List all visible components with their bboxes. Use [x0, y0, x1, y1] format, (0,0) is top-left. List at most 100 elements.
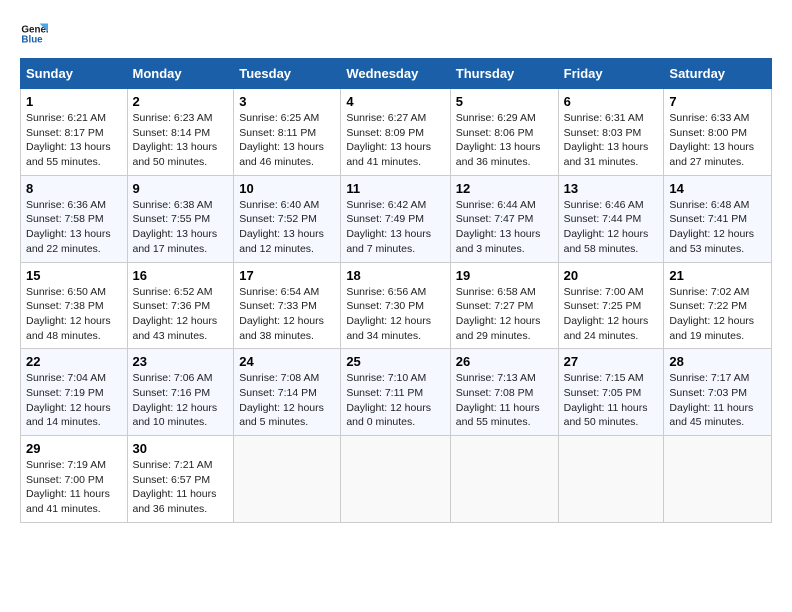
day-info: Sunrise: 6:29 AM Sunset: 8:06 PM Dayligh… — [456, 111, 553, 170]
day-info: Sunrise: 6:21 AM Sunset: 8:17 PM Dayligh… — [26, 111, 122, 170]
calendar-cell: 7 Sunrise: 6:33 AM Sunset: 8:00 PM Dayli… — [664, 89, 772, 176]
day-info: Sunrise: 7:06 AM Sunset: 7:16 PM Dayligh… — [133, 371, 229, 430]
day-number: 9 — [133, 181, 229, 196]
day-info: Sunrise: 6:52 AM Sunset: 7:36 PM Dayligh… — [133, 285, 229, 344]
calendar-cell: 8 Sunrise: 6:36 AM Sunset: 7:58 PM Dayli… — [21, 175, 128, 262]
header: General Blue — [20, 20, 772, 48]
day-number: 6 — [564, 94, 659, 109]
calendar-cell: 15 Sunrise: 6:50 AM Sunset: 7:38 PM Dayl… — [21, 262, 128, 349]
col-header-tuesday: Tuesday — [234, 59, 341, 89]
col-header-monday: Monday — [127, 59, 234, 89]
day-number: 20 — [564, 268, 659, 283]
calendar-cell: 23 Sunrise: 7:06 AM Sunset: 7:16 PM Dayl… — [127, 349, 234, 436]
calendar-cell: 18 Sunrise: 6:56 AM Sunset: 7:30 PM Dayl… — [341, 262, 450, 349]
day-info: Sunrise: 7:13 AM Sunset: 7:08 PM Dayligh… — [456, 371, 553, 430]
day-number: 28 — [669, 354, 766, 369]
day-info: Sunrise: 7:19 AM Sunset: 7:00 PM Dayligh… — [26, 458, 122, 517]
day-info: Sunrise: 7:08 AM Sunset: 7:14 PM Dayligh… — [239, 371, 335, 430]
day-number: 23 — [133, 354, 229, 369]
calendar-cell: 22 Sunrise: 7:04 AM Sunset: 7:19 PM Dayl… — [21, 349, 128, 436]
day-number: 25 — [346, 354, 444, 369]
col-header-saturday: Saturday — [664, 59, 772, 89]
week-row-1: 1 Sunrise: 6:21 AM Sunset: 8:17 PM Dayli… — [21, 89, 772, 176]
day-number: 2 — [133, 94, 229, 109]
col-header-sunday: Sunday — [21, 59, 128, 89]
day-info: Sunrise: 7:21 AM Sunset: 6:57 PM Dayligh… — [133, 458, 229, 517]
day-info: Sunrise: 7:04 AM Sunset: 7:19 PM Dayligh… — [26, 371, 122, 430]
calendar-cell: 3 Sunrise: 6:25 AM Sunset: 8:11 PM Dayli… — [234, 89, 341, 176]
day-info: Sunrise: 6:56 AM Sunset: 7:30 PM Dayligh… — [346, 285, 444, 344]
day-info: Sunrise: 6:40 AM Sunset: 7:52 PM Dayligh… — [239, 198, 335, 257]
week-row-4: 22 Sunrise: 7:04 AM Sunset: 7:19 PM Dayl… — [21, 349, 772, 436]
calendar-cell: 30 Sunrise: 7:21 AM Sunset: 6:57 PM Dayl… — [127, 436, 234, 523]
day-info: Sunrise: 6:23 AM Sunset: 8:14 PM Dayligh… — [133, 111, 229, 170]
day-number: 27 — [564, 354, 659, 369]
day-info: Sunrise: 7:15 AM Sunset: 7:05 PM Dayligh… — [564, 371, 659, 430]
svg-text:Blue: Blue — [21, 34, 43, 45]
day-number: 30 — [133, 441, 229, 456]
calendar-cell: 4 Sunrise: 6:27 AM Sunset: 8:09 PM Dayli… — [341, 89, 450, 176]
calendar-cell: 24 Sunrise: 7:08 AM Sunset: 7:14 PM Dayl… — [234, 349, 341, 436]
day-number: 12 — [456, 181, 553, 196]
calendar-cell: 20 Sunrise: 7:00 AM Sunset: 7:25 PM Dayl… — [558, 262, 664, 349]
calendar-cell: 14 Sunrise: 6:48 AM Sunset: 7:41 PM Dayl… — [664, 175, 772, 262]
day-number: 8 — [26, 181, 122, 196]
day-info: Sunrise: 6:54 AM Sunset: 7:33 PM Dayligh… — [239, 285, 335, 344]
day-number: 14 — [669, 181, 766, 196]
day-info: Sunrise: 6:50 AM Sunset: 7:38 PM Dayligh… — [26, 285, 122, 344]
calendar-cell: 1 Sunrise: 6:21 AM Sunset: 8:17 PM Dayli… — [21, 89, 128, 176]
calendar-cell: 11 Sunrise: 6:42 AM Sunset: 7:49 PM Dayl… — [341, 175, 450, 262]
calendar-cell: 29 Sunrise: 7:19 AM Sunset: 7:00 PM Dayl… — [21, 436, 128, 523]
day-number: 21 — [669, 268, 766, 283]
calendar-cell: 28 Sunrise: 7:17 AM Sunset: 7:03 PM Dayl… — [664, 349, 772, 436]
day-info: Sunrise: 6:33 AM Sunset: 8:00 PM Dayligh… — [669, 111, 766, 170]
day-number: 15 — [26, 268, 122, 283]
day-number: 19 — [456, 268, 553, 283]
day-info: Sunrise: 6:27 AM Sunset: 8:09 PM Dayligh… — [346, 111, 444, 170]
calendar-cell: 17 Sunrise: 6:54 AM Sunset: 7:33 PM Dayl… — [234, 262, 341, 349]
calendar-cell — [234, 436, 341, 523]
calendar-cell: 21 Sunrise: 7:02 AM Sunset: 7:22 PM Dayl… — [664, 262, 772, 349]
calendar-cell: 12 Sunrise: 6:44 AM Sunset: 7:47 PM Dayl… — [450, 175, 558, 262]
calendar-table: SundayMondayTuesdayWednesdayThursdayFrid… — [20, 58, 772, 523]
week-row-5: 29 Sunrise: 7:19 AM Sunset: 7:00 PM Dayl… — [21, 436, 772, 523]
day-info: Sunrise: 6:38 AM Sunset: 7:55 PM Dayligh… — [133, 198, 229, 257]
calendar-cell — [341, 436, 450, 523]
day-number: 4 — [346, 94, 444, 109]
calendar-cell: 2 Sunrise: 6:23 AM Sunset: 8:14 PM Dayli… — [127, 89, 234, 176]
logo-icon: General Blue — [20, 20, 48, 48]
day-info: Sunrise: 6:46 AM Sunset: 7:44 PM Dayligh… — [564, 198, 659, 257]
calendar-cell: 16 Sunrise: 6:52 AM Sunset: 7:36 PM Dayl… — [127, 262, 234, 349]
day-number: 11 — [346, 181, 444, 196]
day-number: 17 — [239, 268, 335, 283]
calendar-cell: 5 Sunrise: 6:29 AM Sunset: 8:06 PM Dayli… — [450, 89, 558, 176]
day-number: 26 — [456, 354, 553, 369]
day-number: 24 — [239, 354, 335, 369]
week-row-3: 15 Sunrise: 6:50 AM Sunset: 7:38 PM Dayl… — [21, 262, 772, 349]
day-number: 10 — [239, 181, 335, 196]
col-header-wednesday: Wednesday — [341, 59, 450, 89]
day-info: Sunrise: 6:48 AM Sunset: 7:41 PM Dayligh… — [669, 198, 766, 257]
day-info: Sunrise: 7:17 AM Sunset: 7:03 PM Dayligh… — [669, 371, 766, 430]
day-info: Sunrise: 7:00 AM Sunset: 7:25 PM Dayligh… — [564, 285, 659, 344]
day-info: Sunrise: 7:02 AM Sunset: 7:22 PM Dayligh… — [669, 285, 766, 344]
day-number: 1 — [26, 94, 122, 109]
day-info: Sunrise: 6:42 AM Sunset: 7:49 PM Dayligh… — [346, 198, 444, 257]
day-number: 18 — [346, 268, 444, 283]
day-info: Sunrise: 6:58 AM Sunset: 7:27 PM Dayligh… — [456, 285, 553, 344]
calendar-cell: 25 Sunrise: 7:10 AM Sunset: 7:11 PM Dayl… — [341, 349, 450, 436]
day-info: Sunrise: 6:36 AM Sunset: 7:58 PM Dayligh… — [26, 198, 122, 257]
calendar-cell: 27 Sunrise: 7:15 AM Sunset: 7:05 PM Dayl… — [558, 349, 664, 436]
col-header-thursday: Thursday — [450, 59, 558, 89]
day-number: 7 — [669, 94, 766, 109]
day-info: Sunrise: 6:25 AM Sunset: 8:11 PM Dayligh… — [239, 111, 335, 170]
calendar-cell: 26 Sunrise: 7:13 AM Sunset: 7:08 PM Dayl… — [450, 349, 558, 436]
day-info: Sunrise: 6:31 AM Sunset: 8:03 PM Dayligh… — [564, 111, 659, 170]
day-info: Sunrise: 6:44 AM Sunset: 7:47 PM Dayligh… — [456, 198, 553, 257]
calendar-cell — [450, 436, 558, 523]
day-number: 22 — [26, 354, 122, 369]
week-row-2: 8 Sunrise: 6:36 AM Sunset: 7:58 PM Dayli… — [21, 175, 772, 262]
calendar-cell: 13 Sunrise: 6:46 AM Sunset: 7:44 PM Dayl… — [558, 175, 664, 262]
calendar-cell: 10 Sunrise: 6:40 AM Sunset: 7:52 PM Dayl… — [234, 175, 341, 262]
calendar-cell: 6 Sunrise: 6:31 AM Sunset: 8:03 PM Dayli… — [558, 89, 664, 176]
